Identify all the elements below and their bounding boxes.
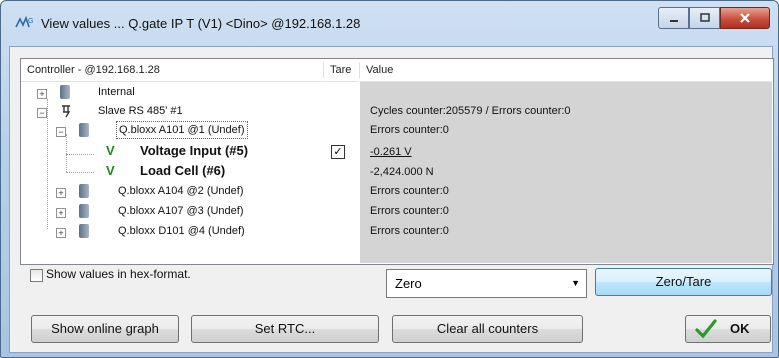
- tree-item-load-cell[interactable]: Load Cell (#6): [140, 163, 225, 179]
- module-icon: [79, 123, 89, 137]
- ok-label: OK: [730, 321, 750, 336]
- window-controls: [658, 7, 770, 29]
- expand-toggle[interactable]: +: [56, 188, 66, 198]
- set-rtc-button[interactable]: Set RTC...: [191, 315, 379, 343]
- tree-item-internal[interactable]: Internal: [98, 84, 135, 100]
- column-header-controller[interactable]: Controller - @192.168.1.28: [21, 59, 323, 82]
- tree-item-voltage-input[interactable]: Voltage Input (#5): [140, 143, 248, 159]
- tree-line: [47, 99, 48, 229]
- zero-mode-value: Zero: [395, 276, 422, 291]
- window-title: View values ... Q.gate IP T (V1) <Dino> …: [41, 16, 361, 31]
- tree-line: [66, 134, 67, 172]
- channel-icon: V: [106, 163, 115, 178]
- zero-tare-button[interactable]: Zero/Tare: [595, 268, 772, 296]
- tree-item-slave[interactable]: Slave RS 485' #1: [98, 103, 183, 119]
- close-icon: [740, 13, 750, 23]
- tree-item-a107[interactable]: Q.bloxx A107 @3 (Undef): [118, 203, 244, 219]
- module-icon: [79, 224, 89, 238]
- tare-checkbox[interactable]: ✓: [331, 145, 345, 159]
- expand-toggle[interactable]: +: [56, 208, 66, 218]
- tree-line: [66, 172, 94, 173]
- value-cell: Errors counter:0: [370, 185, 449, 197]
- app-icon: G: [15, 15, 33, 28]
- value-cell: -2,424.000 N: [370, 166, 434, 178]
- tree-item-a101[interactable]: Q.bloxx A101 @1 (Undef): [116, 121, 248, 139]
- expand-toggle[interactable]: +: [56, 228, 66, 238]
- tree-line: [66, 154, 94, 155]
- column-header-value[interactable]: Value: [360, 59, 772, 82]
- module-icon: [60, 85, 70, 99]
- close-button[interactable]: [720, 7, 770, 29]
- value-cell: -0.261 V: [370, 146, 412, 158]
- title-bar[interactable]: G View values ... Q.gate IP T (V1) <Dino…: [1, 1, 778, 43]
- expand-toggle[interactable]: +: [37, 89, 47, 99]
- chevron-down-icon: ▼: [571, 278, 580, 288]
- value-cell: Errors counter:0: [370, 205, 449, 217]
- collapse-toggle[interactable]: −: [37, 108, 47, 118]
- checkmark-icon: [695, 319, 717, 339]
- zero-mode-select[interactable]: Zero ▼: [386, 269, 587, 298]
- maximize-button[interactable]: [689, 7, 720, 29]
- plug-icon: [62, 105, 71, 118]
- tree-item-a104[interactable]: Q.bloxx A104 @2 (Undef): [118, 183, 244, 199]
- module-icon: [79, 204, 89, 218]
- hex-format-checkbox[interactable]: [30, 269, 43, 282]
- collapse-toggle[interactable]: −: [56, 127, 66, 137]
- ok-button[interactable]: OK: [685, 315, 771, 343]
- tree-item-d101[interactable]: Q.bloxx D101 @4 (Undef): [118, 223, 245, 239]
- value-cell: Errors counter:0: [370, 124, 449, 136]
- maximize-icon: [699, 13, 710, 22]
- channel-icon: V: [106, 143, 115, 158]
- show-online-graph-button[interactable]: Show online graph: [31, 315, 179, 343]
- clear-all-counters-button[interactable]: Clear all counters: [392, 315, 583, 343]
- minimize-icon: [669, 20, 678, 22]
- minimize-button[interactable]: [658, 7, 689, 29]
- module-icon: [79, 184, 89, 198]
- value-cell: Errors counter:0: [370, 225, 449, 237]
- svg-text:G: G: [28, 18, 33, 25]
- column-header-tare[interactable]: Tare: [324, 59, 359, 82]
- hex-format-label: Show values in hex-format.: [46, 267, 191, 281]
- values-tree[interactable]: Controller - @192.168.1.28 Tare Value + …: [20, 58, 774, 265]
- value-cell: Cycles counter:205579 / Errors counter:0: [370, 105, 571, 117]
- main-window: G View values ... Q.gate IP T (V1) <Dino…: [0, 0, 779, 358]
